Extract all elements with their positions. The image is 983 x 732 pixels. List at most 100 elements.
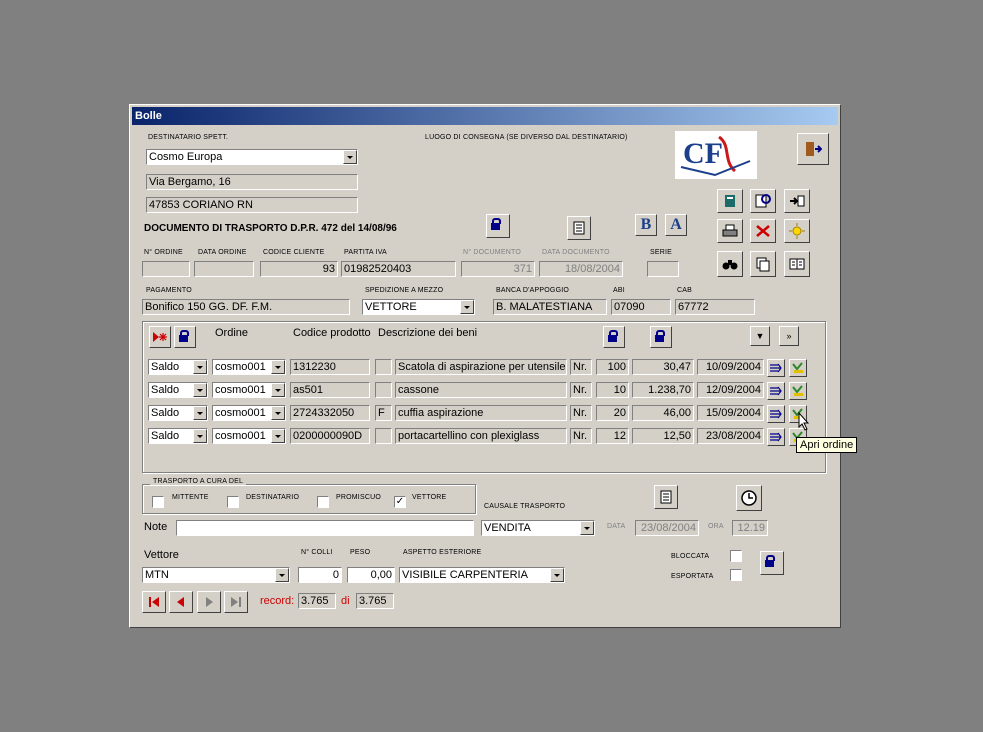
- chevron-down-icon[interactable]: [580, 521, 594, 535]
- ordine-select[interactable]: cosmo001: [212, 405, 286, 421]
- destinatario-select[interactable]: Cosmo Europa: [146, 149, 358, 165]
- qty-field[interactable]: 12: [596, 428, 629, 444]
- book-button[interactable]: [717, 189, 743, 213]
- first-record-button[interactable]: [142, 591, 166, 613]
- prev-record-button[interactable]: [169, 591, 193, 613]
- aspetto-select[interactable]: VISIBILE CARPENTERIA: [399, 567, 565, 583]
- lock-qty-button[interactable]: [603, 326, 625, 348]
- codice-field[interactable]: 1312230: [290, 359, 370, 375]
- a-button[interactable]: A: [665, 214, 687, 236]
- data-consegna-field[interactable]: 15/09/2004: [697, 405, 764, 421]
- qty-field[interactable]: 100: [596, 359, 629, 375]
- prezzo-field[interactable]: 46,00: [632, 405, 694, 421]
- preview-button[interactable]: [750, 189, 776, 213]
- descrizione-field[interactable]: cuffia aspirazione: [395, 405, 567, 421]
- promiscuo-checkbox[interactable]: [317, 496, 329, 508]
- mittente-checkbox[interactable]: [152, 496, 164, 508]
- chevron-down-icon[interactable]: [460, 300, 474, 314]
- qty-field[interactable]: 20: [596, 405, 629, 421]
- scroll-down-button[interactable]: ▼: [750, 326, 770, 346]
- abi-field[interactable]: 07090: [611, 299, 671, 315]
- flag-field[interactable]: F: [375, 405, 392, 421]
- find-button[interactable]: [717, 251, 743, 277]
- ordine-select[interactable]: cosmo001: [212, 428, 286, 444]
- partita-iva-field[interactable]: 01982520403: [341, 261, 456, 277]
- chevron-down-icon[interactable]: [275, 568, 289, 582]
- last-record-button[interactable]: [224, 591, 248, 613]
- cab-field[interactable]: 67772: [675, 299, 755, 315]
- vettore-select[interactable]: MTN: [142, 567, 290, 583]
- exit-button[interactable]: [797, 133, 829, 165]
- descrizione-field[interactable]: Scatola di aspirazione per utensile c: [395, 359, 567, 375]
- spedizione-select[interactable]: VETTORE: [362, 299, 475, 315]
- data-consegna-field[interactable]: 12/09/2004: [697, 382, 764, 398]
- chevron-down-icon[interactable]: [271, 429, 285, 443]
- apri-ordine-button[interactable]: [789, 359, 807, 377]
- descrizione-field[interactable]: cassone: [395, 382, 567, 398]
- serie-field[interactable]: [647, 261, 679, 277]
- codice-field[interactable]: 0200000090D: [290, 428, 370, 444]
- open-line-button[interactable]: [767, 428, 785, 446]
- tipo-select[interactable]: Saldo: [148, 382, 208, 398]
- chevron-down-icon[interactable]: [550, 568, 564, 582]
- lock-bottom-button[interactable]: [760, 551, 784, 575]
- descrizione-field[interactable]: portacartellino con plexiglass: [395, 428, 567, 444]
- copy-button[interactable]: [750, 251, 776, 277]
- vettore-checkbox[interactable]: ✓: [394, 496, 406, 508]
- flag-field[interactable]: [375, 359, 392, 375]
- lock-price-button[interactable]: [650, 326, 672, 348]
- um-field[interactable]: Nr.: [570, 428, 592, 444]
- qty-field[interactable]: 10: [596, 382, 629, 398]
- calculator-button[interactable]: [567, 216, 591, 240]
- codice-field[interactable]: as501: [290, 382, 370, 398]
- last-line-button[interactable]: »: [779, 326, 799, 346]
- chevron-down-icon[interactable]: [271, 406, 285, 420]
- pagamento-field[interactable]: Bonifico 150 GG. DF. F.M.: [142, 299, 350, 315]
- import-button[interactable]: [784, 189, 810, 213]
- open-line-button[interactable]: [767, 405, 785, 423]
- chevron-down-icon[interactable]: [193, 360, 207, 374]
- apri-ordine-button[interactable]: [789, 382, 807, 400]
- n-ordine-field[interactable]: [142, 261, 190, 277]
- um-field[interactable]: Nr.: [570, 382, 592, 398]
- um-field[interactable]: Nr.: [570, 359, 592, 375]
- prezzo-field[interactable]: 30,47: [632, 359, 694, 375]
- prezzo-field[interactable]: 12,50: [632, 428, 694, 444]
- prezzo-field[interactable]: 1.238,70: [632, 382, 694, 398]
- delete-button[interactable]: [750, 219, 776, 243]
- next-record-button[interactable]: [197, 591, 221, 613]
- destinatario-checkbox[interactable]: [227, 496, 239, 508]
- note-field[interactable]: [176, 520, 474, 536]
- clock-button[interactable]: [736, 485, 762, 511]
- lock-grid-button[interactable]: [174, 326, 196, 348]
- chevron-down-icon[interactable]: [193, 429, 207, 443]
- data-ordine-field[interactable]: [194, 261, 254, 277]
- print-button[interactable]: [717, 219, 743, 243]
- chevron-down-icon[interactable]: [271, 383, 285, 397]
- bloccata-checkbox[interactable]: [730, 550, 742, 562]
- b-button[interactable]: B: [635, 214, 657, 236]
- tipo-select[interactable]: Saldo: [148, 405, 208, 421]
- lock-header-button[interactable]: [486, 214, 510, 238]
- chevron-down-icon[interactable]: [193, 406, 207, 420]
- flag-field[interactable]: [375, 428, 392, 444]
- peso-field[interactable]: 0,00: [347, 567, 395, 583]
- flag-field[interactable]: [375, 382, 392, 398]
- new-line-button[interactable]: [149, 326, 171, 348]
- data-consegna-field[interactable]: 23/08/2004: [697, 428, 764, 444]
- data-consegna-field[interactable]: 10/09/2004: [697, 359, 764, 375]
- codice-cliente-field[interactable]: 93: [260, 261, 338, 277]
- tipo-select[interactable]: Saldo: [148, 428, 208, 444]
- n-colli-field[interactable]: 0: [298, 567, 342, 583]
- chevron-down-icon[interactable]: [271, 360, 285, 374]
- esportata-checkbox[interactable]: [730, 569, 742, 581]
- open-line-button[interactable]: [767, 382, 785, 400]
- ordine-select[interactable]: cosmo001: [212, 382, 286, 398]
- chevron-down-icon[interactable]: [193, 383, 207, 397]
- calculator-button-2[interactable]: [654, 485, 678, 509]
- codice-field[interactable]: 2724332050: [290, 405, 370, 421]
- um-field[interactable]: Nr.: [570, 405, 592, 421]
- causale-select[interactable]: VENDITA: [481, 520, 595, 536]
- new-button[interactable]: [784, 219, 810, 243]
- ordine-select[interactable]: cosmo001: [212, 359, 286, 375]
